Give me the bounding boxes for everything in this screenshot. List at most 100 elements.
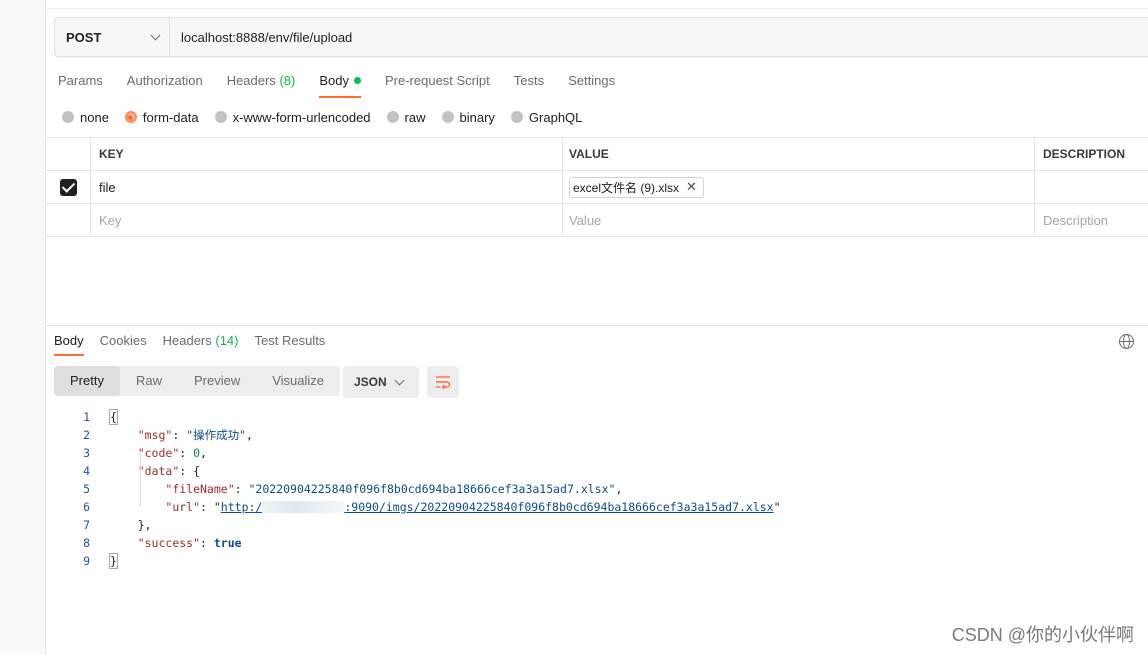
tab-headers[interactable]: Headers (8) xyxy=(227,70,296,98)
empty-checkbox-cell xyxy=(46,204,91,236)
tab-authorization[interactable]: Authorization xyxy=(127,70,203,98)
table-row: file excel文件名 (9).xlsx ✕ xyxy=(46,171,1148,204)
radio-form-data[interactable]: form-data xyxy=(124,109,199,125)
json-string: "20220904225840f096f8b0cd694ba18666cef3a… xyxy=(248,482,616,496)
tab-pre-request-script[interactable]: Pre-request Script xyxy=(385,70,490,98)
tab-label: Params xyxy=(58,73,103,88)
json-number: 0 xyxy=(193,446,201,460)
key-placeholder[interactable]: Key xyxy=(91,204,563,236)
table-header-row: KEY VALUE DESCRIPTION xyxy=(46,138,1148,171)
form-data-table: KEY VALUE DESCRIPTION file excel文件名 (9).… xyxy=(46,137,1148,237)
line-number: 6 xyxy=(83,500,90,514)
json-key: "code" xyxy=(137,446,180,460)
view-mode-group: Pretty Raw Preview Visualize xyxy=(54,366,341,396)
value-cell[interactable]: excel文件名 (9).xlsx ✕ xyxy=(563,171,1035,203)
radio-label: x-www-form-urlencoded xyxy=(232,109,371,125)
format-select[interactable]: JSON xyxy=(343,366,419,398)
response-tab-headers[interactable]: Headers (14) xyxy=(163,334,239,356)
view-raw-button[interactable]: Raw xyxy=(120,366,178,396)
format-label: JSON xyxy=(354,375,387,389)
chevron-down-icon xyxy=(150,30,161,40)
line-number: 3 xyxy=(83,446,90,460)
radio-label: binary xyxy=(459,109,495,125)
pane-divider[interactable] xyxy=(46,325,1148,326)
line-number: 1 xyxy=(83,410,90,424)
view-visualize-button[interactable]: Visualize xyxy=(256,366,340,396)
header-description: DESCRIPTION xyxy=(1043,147,1126,161)
header-key: KEY xyxy=(91,138,563,170)
code-line: 3 "code": 0, xyxy=(54,444,781,462)
response-tab-cookies[interactable]: Cookies xyxy=(100,334,147,356)
code-line: 8 "success": true xyxy=(54,534,781,552)
code-line: 4 "data": { xyxy=(54,462,781,480)
line-number: 9 xyxy=(83,554,90,568)
status-dot-icon xyxy=(353,77,361,84)
json-boolean: true xyxy=(213,536,242,550)
url-prefix: http:/ xyxy=(220,500,263,514)
response-tabs: Body Cookies Headers (14) Test Results xyxy=(54,334,325,356)
tab-label: Tests xyxy=(513,73,545,88)
globe-icon[interactable] xyxy=(1119,334,1134,349)
radio-x-www-form-urlencoded[interactable]: x-www-form-urlencoded xyxy=(214,109,371,125)
tab-tests[interactable]: Tests xyxy=(514,70,544,98)
radio-raw[interactable]: raw xyxy=(386,110,426,125)
radio-icon xyxy=(510,111,523,123)
radio-icon xyxy=(62,111,74,123)
redacted-host xyxy=(262,501,345,513)
line-number: 5 xyxy=(83,482,90,496)
header-checkbox-cell xyxy=(46,138,91,170)
line-number: 8 xyxy=(83,536,90,550)
tab-body[interactable]: Body xyxy=(319,70,361,98)
radio-icon xyxy=(386,111,399,123)
row-checkbox-cell xyxy=(46,171,91,203)
top-strip xyxy=(46,0,1148,9)
radio-none[interactable]: none xyxy=(62,110,109,125)
code-line: 2 "msg": "操作成功", xyxy=(54,426,781,444)
radio-binary[interactable]: binary xyxy=(441,109,495,125)
description-cell[interactable] xyxy=(1035,171,1148,203)
line-number: 4 xyxy=(83,464,90,478)
method-label: POST xyxy=(66,29,102,45)
close-icon[interactable]: ✕ xyxy=(686,179,697,195)
radio-graphql[interactable]: GraphQL xyxy=(510,109,583,125)
view-preview-button[interactable]: Preview xyxy=(178,366,256,396)
view-pretty-button[interactable]: Pretty xyxy=(54,366,120,396)
headers-count: (14) xyxy=(215,333,239,348)
json-key: "fileName" xyxy=(165,482,235,496)
url-input[interactable]: localhost:8888/env/file/upload xyxy=(170,18,1148,56)
tab-label: Settings xyxy=(568,73,616,88)
tab-label: Headers xyxy=(226,73,276,88)
response-tab-body[interactable]: Body xyxy=(54,334,84,356)
radio-label: GraphQL xyxy=(528,109,583,125)
tab-settings[interactable]: Settings xyxy=(568,70,615,98)
code-line: 1{ xyxy=(54,408,781,426)
tab-label: Body xyxy=(319,73,349,88)
tab-label: Test Results xyxy=(254,333,326,348)
description-placeholder[interactable]: Description xyxy=(1035,204,1148,236)
request-tabs: Params Authorization Headers (8) Body Pr… xyxy=(58,70,615,98)
tab-params[interactable]: Params xyxy=(58,70,103,98)
key-cell[interactable]: file xyxy=(91,171,563,203)
value-placeholder[interactable]: Value xyxy=(563,204,1035,236)
tab-label: Pre-request Script xyxy=(384,73,490,88)
radio-icon xyxy=(441,111,454,123)
radio-selected-icon xyxy=(124,111,137,123)
line-number: 7 xyxy=(83,518,90,532)
json-key: "url" xyxy=(165,500,201,514)
radio-label: form-data xyxy=(142,109,199,125)
table-row-empty: Key Value Description xyxy=(46,204,1148,237)
json-string: "操作成功" xyxy=(186,428,247,442)
body-type-group: none form-data x-www-form-urlencoded raw… xyxy=(62,108,582,126)
url-link[interactable]: http:/:9090/imgs/20220904225840f096f8b0c… xyxy=(221,500,774,514)
wrap-lines-button[interactable] xyxy=(427,366,459,398)
checkbox-checked-icon[interactable] xyxy=(59,178,77,196)
json-key: "msg" xyxy=(137,428,173,442)
code-line: 9} xyxy=(54,552,781,570)
chevron-down-icon xyxy=(394,375,405,385)
response-tab-test-results[interactable]: Test Results xyxy=(255,334,326,356)
response-code-view[interactable]: 1{ 2 "msg": "操作成功", 3 "code": 0, 4 "data… xyxy=(54,408,781,570)
method-select[interactable]: POST xyxy=(55,18,170,56)
left-rail xyxy=(0,0,46,655)
json-key: "data" xyxy=(137,464,180,478)
request-bar: POST localhost:8888/env/file/upload xyxy=(54,17,1148,57)
